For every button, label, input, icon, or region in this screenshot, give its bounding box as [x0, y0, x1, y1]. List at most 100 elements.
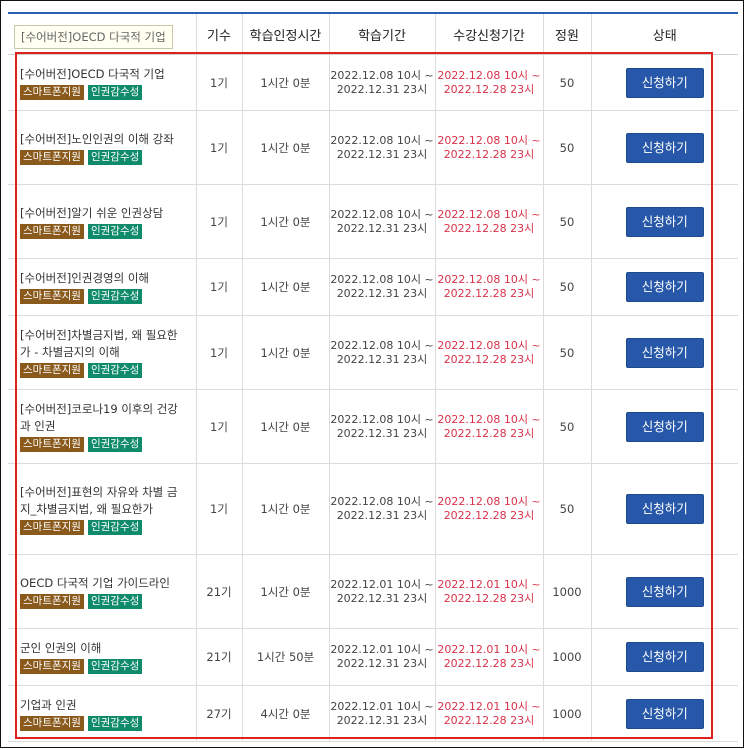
apply-button[interactable]: 신청하기 [625, 698, 704, 729]
course-title-link[interactable]: [수어버전]차별금지법, 왜 필요한가 - 차별금지의 이해 [20, 327, 188, 361]
col-header-round: 기수 [195, 12, 242, 55]
course-title-link[interactable]: [수어버전]OECD 다국적 기업 [20, 66, 188, 83]
apply-start: 2022.12.08 10시 ~ [437, 68, 541, 82]
status-cell: 신청하기 [590, 110, 738, 185]
status-cell: 신청하기 [590, 315, 738, 390]
course-title-link[interactable]: OECD 다국적 기업 가이드라인 [20, 575, 188, 592]
apply-start: 2022.12.08 10시 ~ [437, 412, 541, 426]
apply-cell: 2022.12.08 10시 ~2022.12.28 23시 [434, 54, 543, 111]
apply-button[interactable]: 신청하기 [625, 576, 704, 607]
period-start: 2022.12.01 10시 ~ [330, 577, 434, 591]
course-title-link[interactable]: 군인 인권의 이해 [20, 640, 188, 657]
apply-end: 2022.12.28 23시 [443, 221, 535, 235]
status-cell: 신청하기 [590, 54, 738, 111]
course-cell: OECD 다국적 기업 가이드라인 스마트폰지원 인권감수성 [8, 554, 196, 629]
period-end: 2022.12.31 23시 [336, 591, 428, 605]
apply-end: 2022.12.28 23시 [443, 713, 535, 727]
status-cell: 신청하기 [590, 685, 738, 742]
tag-smartphone: 스마트폰지원 [20, 593, 84, 609]
apply-start: 2022.12.08 10시 ~ [437, 338, 541, 352]
hours-cell: 1시간 0분 [241, 315, 329, 390]
period-start: 2022.12.08 10시 ~ [330, 338, 434, 352]
period-end: 2022.12.31 23시 [336, 509, 428, 522]
period-start: 2022.12.08 10시 ~ [330, 68, 434, 82]
course-title-link[interactable]: [수어버전]노인인권의 이해 강좌 [20, 131, 188, 148]
apply-end: 2022.12.28 23시 [443, 657, 535, 670]
col-header-period: 학습기간 [328, 12, 435, 55]
course-title-link[interactable]: [수어버전]알기 쉬운 인권상담 [20, 205, 188, 222]
round-cell: 21기 [195, 554, 242, 629]
capacity-cell: 50 [542, 184, 591, 259]
capacity-cell: 1000 [542, 685, 591, 742]
round-cell: 1기 [195, 54, 242, 111]
round-cell: 1기 [195, 110, 242, 185]
course-title-link[interactable]: [수어버전]코로나19 이후의 건강과 인권 [20, 401, 188, 435]
tag-human-rights: 인권감수성 [87, 363, 143, 378]
tag-smartphone: 스마트폰지원 [20, 519, 84, 535]
course-cell: [수어버전]차별금지법, 왜 필요한가 - 차별금지의 이해스마트폰지원 인권감수… [8, 315, 196, 390]
tag-smartphone: 스마트폰지원 [20, 84, 84, 100]
period-cell: 2022.12.08 10시 ~2022.12.31 23시 [328, 463, 435, 555]
period-start: 2022.12.08 10시 ~ [330, 207, 434, 221]
table-row: [수어버전]인권경영의 이해 스마트폰지원 인권감수성 1기 1시간 0분 2022… [8, 258, 738, 316]
table-row: [수어버전]차별금지법, 왜 필요한가 - 차별금지의 이해스마트폰지원 인권감수… [8, 315, 738, 390]
period-cell: 2022.12.01 10시 ~2022.12.31 23시 [328, 554, 435, 629]
period-start: 2022.12.08 10시 ~ [330, 273, 434, 286]
tag-smartphone: 스마트폰지원 [20, 363, 84, 378]
course-cell: [수어버전]코로나19 이후의 건강과 인권 스마트폰지원 인권감수성 [8, 389, 196, 464]
hours-cell: 1시간 0분 [241, 184, 329, 259]
round-cell: 1기 [195, 184, 242, 259]
course-title-link[interactable]: 기업과 인권 [20, 697, 188, 714]
apply-button[interactable]: 신청하기 [625, 272, 704, 302]
capacity-cell: 1000 [542, 628, 591, 686]
apply-start: 2022.12.08 10시 ~ [437, 273, 541, 286]
tag-smartphone: 스마트폰지원 [20, 149, 84, 165]
status-cell: 신청하기 [590, 184, 738, 259]
status-cell: 신청하기 [590, 389, 738, 464]
apply-button[interactable]: 신청하기 [625, 411, 704, 442]
period-end: 2022.12.31 23시 [336, 82, 428, 96]
apply-start: 2022.12.01 10시 ~ [437, 699, 541, 713]
col-header-hours: 학습인정시간 [241, 12, 329, 55]
apply-button[interactable]: 신청하기 [625, 67, 704, 98]
apply-end: 2022.12.28 23시 [443, 147, 535, 161]
period-cell: 2022.12.08 10시 ~2022.12.31 23시 [328, 389, 435, 464]
capacity-cell: 50 [542, 315, 591, 390]
course-cell: [수어버전]인권경영의 이해 스마트폰지원 인권감수성 [8, 258, 196, 316]
period-start: 2022.12.01 10시 ~ [330, 699, 434, 713]
period-cell: 2022.12.01 10시 ~2022.12.31 23시 [328, 685, 435, 742]
course-title-link[interactable]: [수어버전]표현의 자유와 차별 금지_차별금지법, 왜 필요한가 [20, 484, 188, 518]
apply-button[interactable]: 신청하기 [625, 337, 704, 368]
apply-end: 2022.12.28 23시 [443, 591, 535, 605]
apply-button[interactable]: 신청하기 [625, 132, 704, 163]
apply-cell: 2022.12.01 10시 ~2022.12.28 23시 [434, 685, 543, 742]
period-end: 2022.12.31 23시 [336, 287, 428, 300]
course-cell: [수어버전]표현의 자유와 차별 금지_차별금지법, 왜 필요한가 스마트폰지원 인… [8, 463, 196, 555]
period-start: 2022.12.08 10시 ~ [330, 412, 434, 426]
apply-cell: 2022.12.08 10시 ~2022.12.28 23시 [434, 315, 543, 390]
capacity-cell: 50 [542, 258, 591, 316]
course-title-link[interactable]: [수어버전]인권경영의 이해 [20, 270, 188, 287]
col-header-capacity: 정원 [542, 12, 591, 55]
round-cell: 1기 [195, 258, 242, 316]
table-row: 군인 인권의 이해 스마트폰지원 인권감수성 21기 1시간 50분 2022.12… [8, 628, 738, 686]
apply-button[interactable]: 신청하기 [625, 494, 704, 524]
apply-button[interactable]: 신청하기 [625, 206, 704, 237]
col-header-apply: 수강신청기간 [434, 12, 543, 55]
apply-start: 2022.12.01 10시 ~ [437, 643, 541, 656]
round-cell: 21기 [195, 628, 242, 686]
period-cell: 2022.12.08 10시 ~2022.12.31 23시 [328, 54, 435, 111]
period-end: 2022.12.31 23시 [336, 352, 428, 366]
tag-human-rights: 인권감수성 [87, 519, 143, 535]
course-name-tooltip: [수어버전]OECD 다국적 기업 [14, 25, 173, 49]
tag-human-rights: 인권감수성 [87, 84, 143, 100]
apply-start: 2022.12.01 10시 ~ [437, 577, 541, 591]
apply-cell: 2022.12.08 10시 ~2022.12.28 23시 [434, 389, 543, 464]
table-row: [수어버전]코로나19 이후의 건강과 인권 스마트폰지원 인권감수성 1기 1시간… [8, 389, 738, 464]
apply-button[interactable]: 신청하기 [625, 642, 704, 672]
apply-end: 2022.12.28 23시 [443, 352, 535, 366]
course-cell: [수어버전]알기 쉬운 인권상담 스마트폰지원 인권감수성 [8, 184, 196, 259]
period-cell: 2022.12.08 10시 ~2022.12.31 23시 [328, 315, 435, 390]
tag-human-rights: 인권감수성 [87, 437, 143, 452]
capacity-cell: 50 [542, 463, 591, 555]
